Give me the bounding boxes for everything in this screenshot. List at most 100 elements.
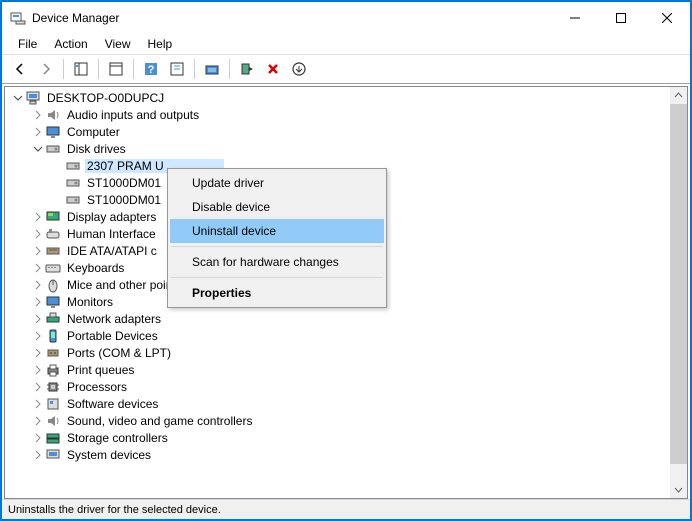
display-icon xyxy=(45,209,61,225)
scan-hardware-button[interactable] xyxy=(200,57,224,81)
sound-icon xyxy=(45,413,61,429)
svg-text:?: ? xyxy=(148,64,155,76)
tree-node-network[interactable]: Network adapters xyxy=(5,310,687,327)
status-text: Uninstalls the driver for the selected d… xyxy=(8,504,221,516)
expander-icon[interactable] xyxy=(31,244,44,257)
system-icon xyxy=(45,447,61,463)
network-icon xyxy=(45,311,61,327)
properties-button[interactable] xyxy=(104,57,128,81)
toolbar-separator xyxy=(98,59,99,79)
expander-icon[interactable] xyxy=(31,363,44,376)
expander-icon[interactable] xyxy=(31,125,44,138)
tree-node-processors[interactable]: Processors xyxy=(5,378,687,395)
audio-icon xyxy=(45,107,61,123)
show-hide-tree-button[interactable] xyxy=(69,57,93,81)
expander-icon[interactable] xyxy=(31,414,44,427)
keyboard-icon xyxy=(45,260,61,276)
monitor-icon xyxy=(45,294,61,310)
expander-icon[interactable] xyxy=(31,448,44,461)
tree-label: Sound, video and game controllers xyxy=(65,414,254,428)
scroll-up-button[interactable] xyxy=(670,87,687,104)
scroll-thumb[interactable] xyxy=(670,104,687,464)
expander-icon[interactable] xyxy=(31,227,44,240)
port-icon xyxy=(45,345,61,361)
tree-node-diskdrives[interactable]: Disk drives xyxy=(5,140,687,157)
action-button[interactable] xyxy=(165,57,189,81)
expander-icon[interactable] xyxy=(31,108,44,121)
devmgr-icon xyxy=(10,10,26,26)
titlebar: Device Manager xyxy=(2,2,690,34)
tree-label: Computer xyxy=(65,125,122,139)
expander-icon[interactable] xyxy=(31,397,44,410)
disk-icon xyxy=(65,175,81,191)
expander-icon[interactable] xyxy=(31,431,44,444)
tree-node-sound[interactable]: Sound, video and game controllers xyxy=(5,412,687,429)
hid-icon xyxy=(45,226,61,242)
tree-node-portable[interactable]: Portable Devices xyxy=(5,327,687,344)
disable-button[interactable] xyxy=(287,57,311,81)
tree-node-software[interactable]: Software devices xyxy=(5,395,687,412)
spacer xyxy=(51,176,64,189)
tree-root-label: DESKTOP-O0DUPCJ xyxy=(45,91,166,105)
expander-icon[interactable] xyxy=(11,91,24,104)
toolbar-separator xyxy=(63,59,64,79)
tree-label: Ports (COM & LPT) xyxy=(65,346,173,360)
expander-icon[interactable] xyxy=(31,380,44,393)
menu-view[interactable]: View xyxy=(97,35,139,53)
ctx-uninstall-device[interactable]: Uninstall device xyxy=(170,219,384,243)
tree-label: IDE ATA/ATAPI c xyxy=(65,244,159,258)
toolbar: ? xyxy=(2,54,690,84)
expander-icon[interactable] xyxy=(31,210,44,223)
menu-file[interactable]: File xyxy=(10,35,45,53)
expander-icon[interactable] xyxy=(31,261,44,274)
cpu-icon xyxy=(45,379,61,395)
tree-root-row[interactable]: DESKTOP-O0DUPCJ xyxy=(5,89,687,106)
ctx-disable-device[interactable]: Disable device xyxy=(170,195,384,219)
tree-node-storage[interactable]: Storage controllers xyxy=(5,429,687,446)
tree-label: Processors xyxy=(65,380,129,394)
uninstall-button[interactable] xyxy=(261,57,285,81)
expander-icon[interactable] xyxy=(31,142,44,155)
menu-help[interactable]: Help xyxy=(140,35,181,53)
computer-icon xyxy=(25,90,41,106)
forward-button[interactable] xyxy=(34,57,58,81)
disk-icon xyxy=(65,192,81,208)
spacer xyxy=(51,159,64,172)
maximize-button[interactable] xyxy=(598,2,644,34)
tree-node-audio[interactable]: Audio inputs and outputs xyxy=(5,106,687,123)
spacer xyxy=(51,193,64,206)
toolbar-separator xyxy=(229,59,230,79)
ctx-properties[interactable]: Properties xyxy=(170,281,384,305)
menu-action[interactable]: Action xyxy=(46,35,95,53)
vertical-scrollbar[interactable] xyxy=(670,87,687,498)
tree-label: Software devices xyxy=(65,397,160,411)
ide-icon xyxy=(45,243,61,259)
expander-icon[interactable] xyxy=(31,312,44,325)
tree-node-system[interactable]: System devices xyxy=(5,446,687,463)
expander-icon[interactable] xyxy=(31,329,44,342)
tree-label: Print queues xyxy=(65,363,136,377)
menubar: File Action View Help xyxy=(2,34,690,54)
toolbar-separator xyxy=(194,59,195,79)
expander-icon[interactable] xyxy=(31,346,44,359)
back-button[interactable] xyxy=(8,57,32,81)
tree-label: ST1000DM01 xyxy=(85,193,163,207)
tree-node-ports[interactable]: Ports (COM & LPT) xyxy=(5,344,687,361)
close-button[interactable] xyxy=(644,2,690,34)
minimize-button[interactable] xyxy=(552,2,598,34)
expander-icon[interactable] xyxy=(31,295,44,308)
expander-icon[interactable] xyxy=(31,278,44,291)
tree-label: Human Interface xyxy=(65,227,158,241)
help-button[interactable]: ? xyxy=(139,57,163,81)
scroll-down-button[interactable] xyxy=(670,481,687,498)
ctx-update-driver[interactable]: Update driver xyxy=(170,171,384,195)
ctx-scan-hardware[interactable]: Scan for hardware changes xyxy=(170,250,384,274)
tree-node-computer[interactable]: Computer xyxy=(5,123,687,140)
scroll-track[interactable] xyxy=(670,464,687,481)
tree-node-printqueues[interactable]: Print queues xyxy=(5,361,687,378)
toolbar-separator xyxy=(133,59,134,79)
update-driver-button[interactable] xyxy=(235,57,259,81)
ctx-separator xyxy=(171,246,383,247)
tree-label: Disk drives xyxy=(65,142,128,156)
tree-label: Network adapters xyxy=(65,312,163,326)
